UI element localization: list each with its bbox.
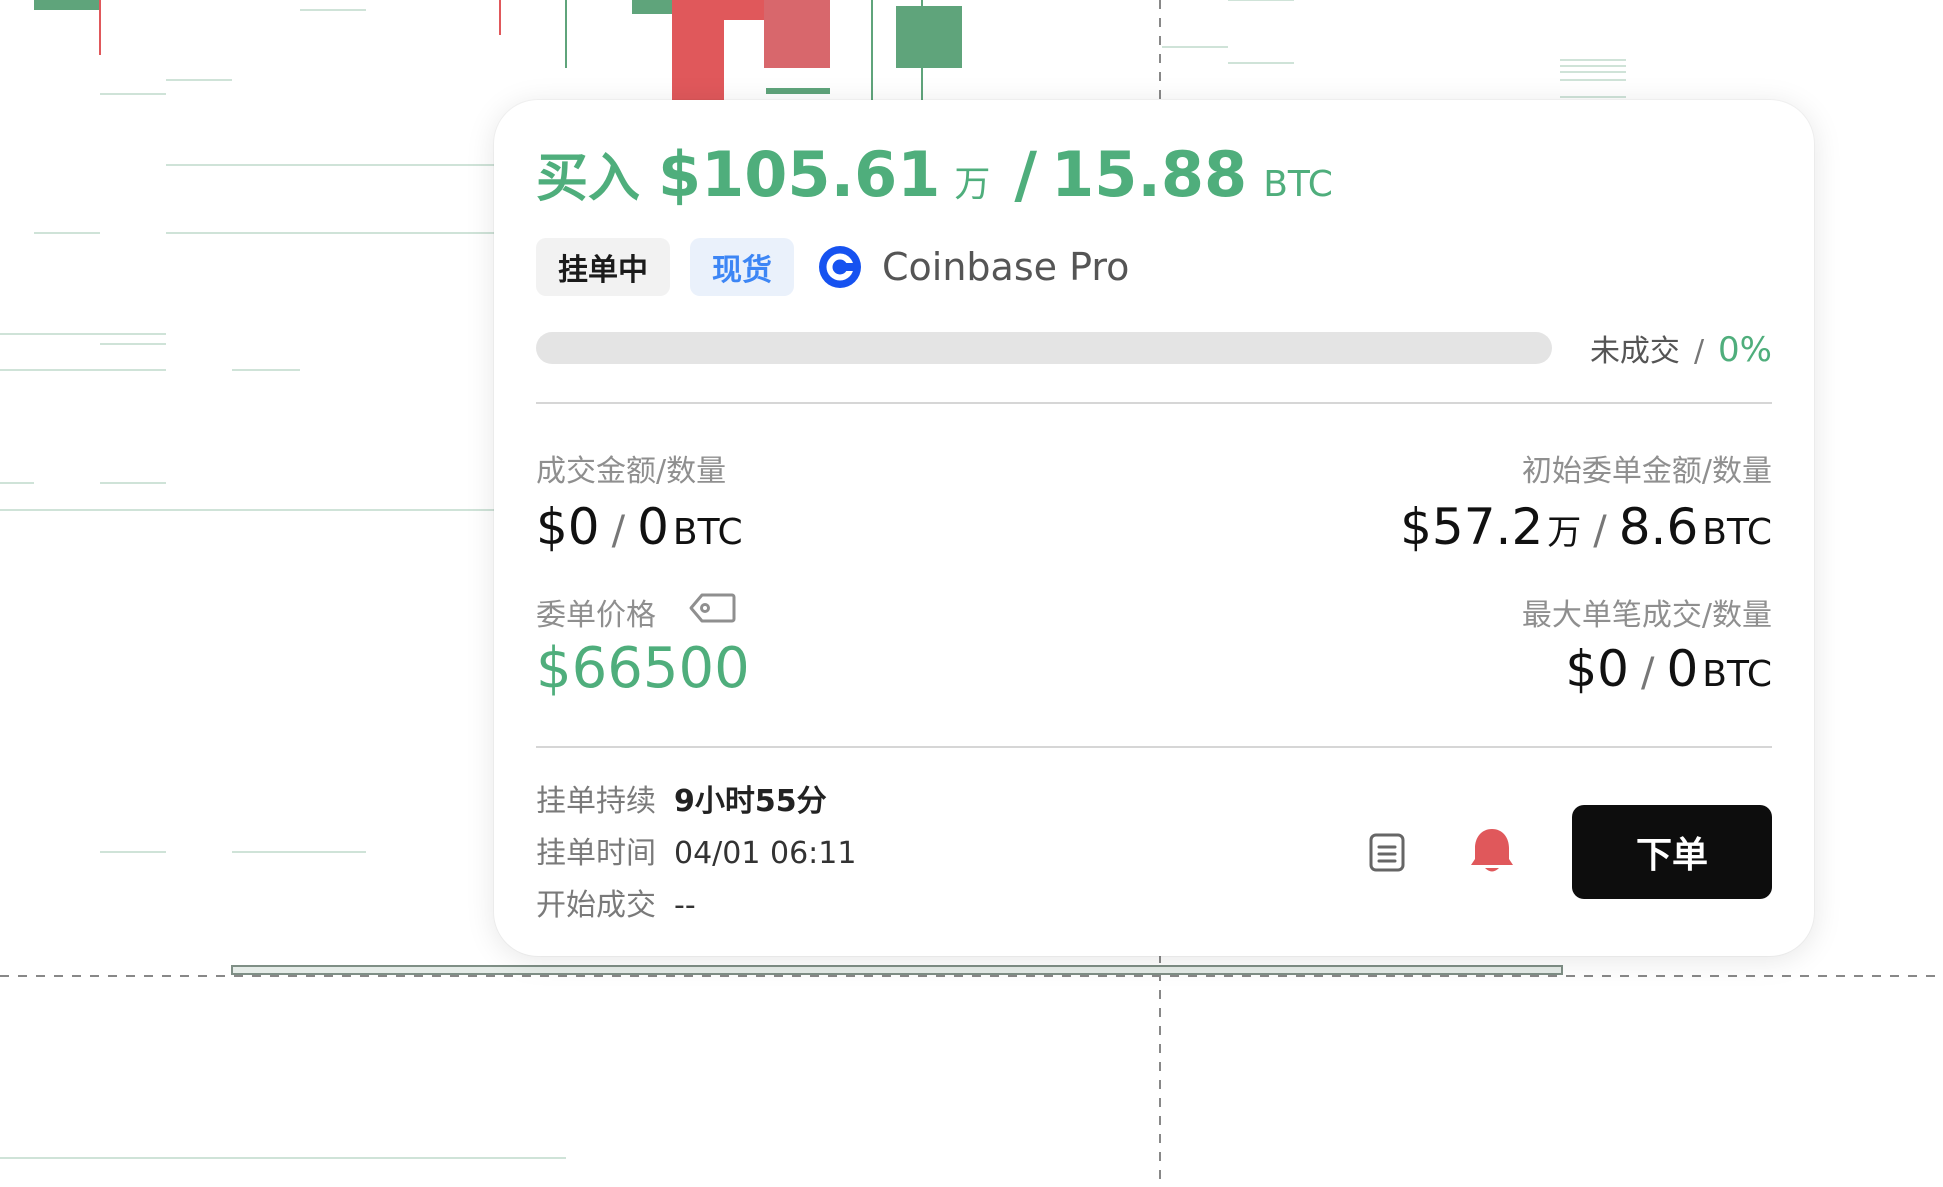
duration-row: 挂单持续 9小时55分 [536, 776, 827, 820]
price-tag-icon[interactable] [688, 593, 736, 623]
filled-quantity: 0 [637, 498, 669, 556]
candle [764, 0, 830, 68]
candle [896, 6, 962, 68]
candle [766, 88, 830, 94]
order-price-value: $66500 [536, 636, 750, 701]
max-fill-value: $0/0 BTC [1565, 640, 1772, 698]
fill-status-separator: / [1693, 334, 1705, 369]
initial-amount-label: 初始委单金额/数量 [1521, 454, 1772, 489]
divider [536, 746, 1772, 748]
order-quantity: 15.88 [1051, 138, 1248, 211]
max-fill-quantity: 0 [1666, 640, 1699, 698]
order-time-value: 04/01 06:11 [674, 836, 857, 871]
start-fill-label: 开始成交 [536, 888, 656, 923]
exchange-name: Coinbase Pro [882, 245, 1130, 289]
filled-amount-label: 成交金额/数量 [536, 454, 727, 489]
initial-amount-unit: 万 [1547, 513, 1582, 553]
order-tags: 挂单中 现货 Coinbase Pro [536, 238, 1129, 296]
initial-separator: / [1593, 508, 1607, 554]
candle [724, 0, 764, 20]
order-amount-unit: 万 [954, 164, 991, 205]
coinbase-logo-icon [819, 246, 861, 288]
order-time-label: 挂单时间 [536, 836, 656, 871]
bell-icon[interactable] [1468, 826, 1516, 876]
max-fill-amount: $0 [1565, 640, 1629, 698]
place-order-button[interactable]: 下单 [1572, 805, 1772, 899]
order-time-row: 挂单时间 04/01 06:11 [536, 828, 856, 872]
max-fill-separator: / [1640, 650, 1655, 696]
fill-status-label: 未成交 [1589, 334, 1680, 369]
duration-value: 9小时55分 [674, 784, 827, 819]
candle [34, 0, 100, 10]
order-price-bar [231, 965, 1563, 975]
fill-progress-bar [536, 332, 1552, 364]
clipboard-icon[interactable] [1368, 830, 1406, 874]
filled-separator: / [611, 508, 626, 554]
divider [536, 402, 1772, 404]
fill-percent: 0% [1718, 330, 1772, 370]
filled-unit: BTC [672, 512, 743, 553]
start-fill-value: -- [674, 888, 696, 923]
initial-quantity: 8.6 [1618, 498, 1699, 556]
fill-status: 未成交 / 0% [1590, 326, 1772, 370]
candle [632, 0, 672, 14]
filled-amount: $0 [536, 498, 600, 556]
order-side: 买入 [536, 149, 641, 209]
order-title-separator: / [1014, 138, 1038, 211]
max-fill-label: 最大单笔成交/数量 [1521, 598, 1772, 633]
order-title: 买入 $105.61 万 /15.88 BTC [536, 136, 1333, 211]
candle [672, 0, 724, 100]
order-info-card: 买入 $105.61 万/15.88 BTC 挂单中 现货 Coinbase Pro … [494, 100, 1814, 956]
duration-label: 挂单持续 [536, 784, 656, 819]
initial-amount: $57.2 [1400, 498, 1544, 556]
market-type-badge: 现货 [690, 238, 794, 296]
filled-amount-value: $0/0 BTC [536, 498, 743, 556]
initial-unit: BTC [1702, 512, 1772, 553]
order-price-label: 委单价格 [536, 598, 656, 633]
order-price: $66500 [536, 636, 750, 701]
candles [34, 0, 962, 100]
status-badge: 挂单中 [536, 238, 670, 296]
start-fill-row: 开始成交 -- [536, 880, 696, 924]
initial-amount-value: $57.2 万 /8.6 BTC [1400, 498, 1772, 556]
order-amount: $105.61 [658, 138, 941, 211]
order-quantity-unit: BTC [1263, 164, 1333, 205]
max-fill-unit: BTC [1702, 654, 1772, 695]
